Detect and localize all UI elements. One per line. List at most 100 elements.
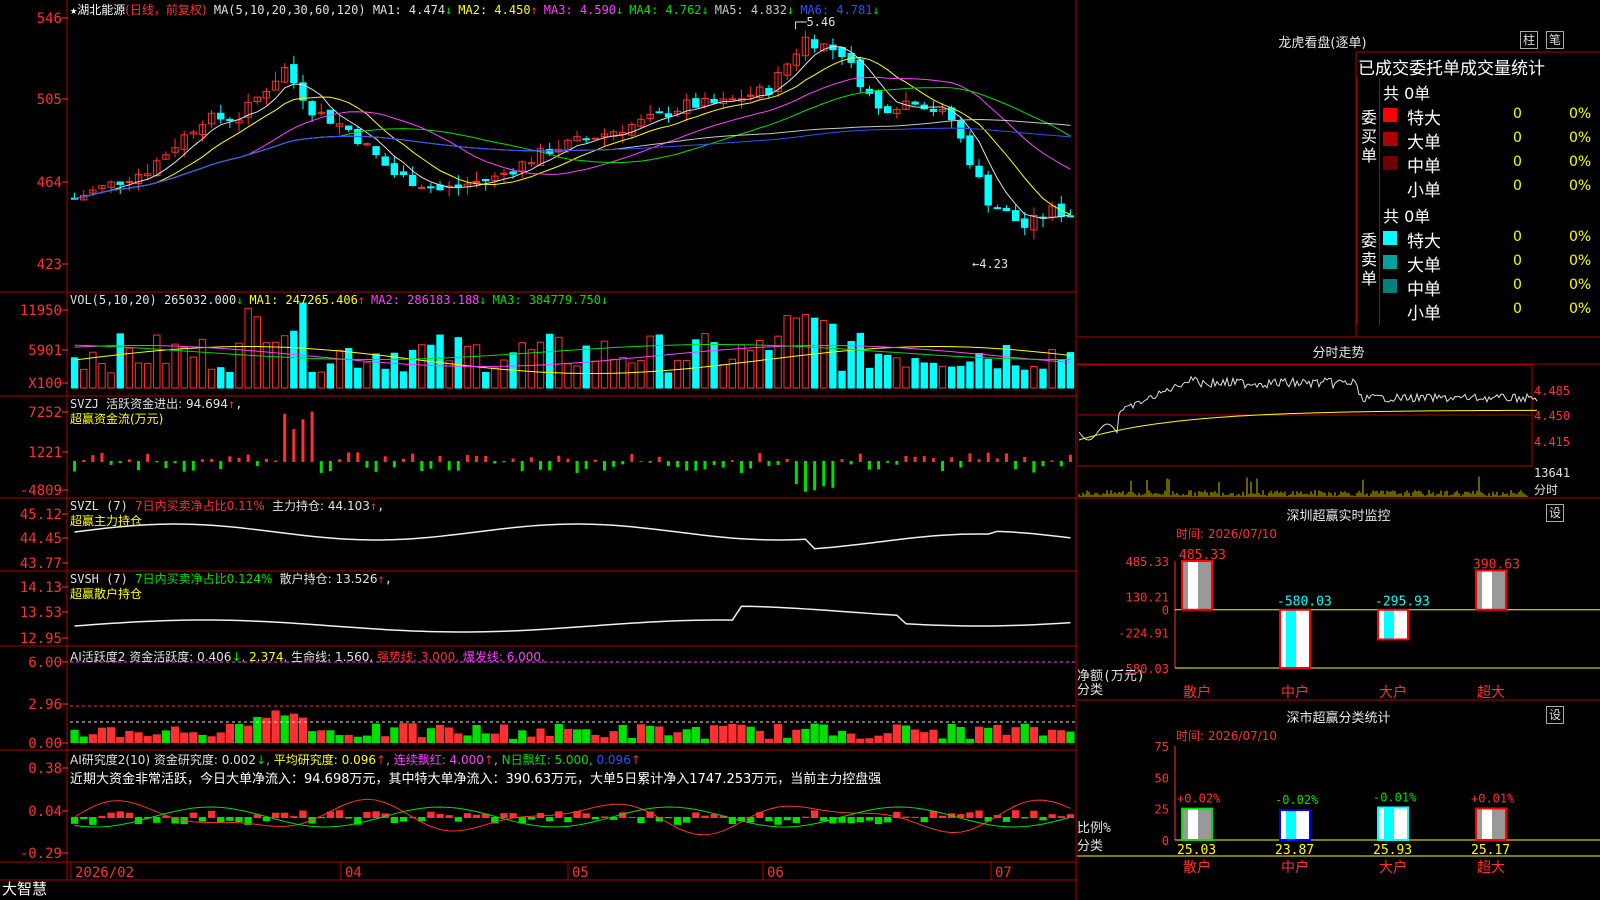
research-bar [765, 817, 773, 822]
research-line-2 [74, 806, 1071, 828]
fund-flow-bar [109, 461, 113, 465]
activity-bar [810, 723, 819, 743]
fund-flow-bar [712, 461, 716, 466]
intraday-axis-label: 4.415 [1534, 435, 1570, 449]
fund-flow-bar [401, 458, 405, 462]
fund-flow-bar [520, 461, 524, 472]
activity-bar [390, 727, 399, 743]
activity-bar [755, 730, 764, 743]
volume-bar [271, 341, 280, 389]
fund-flow-bar [858, 453, 862, 462]
research-bar [664, 817, 673, 819]
fund-flow-bar [1004, 453, 1008, 462]
activity-bar [801, 728, 810, 743]
fund-flow-bar [502, 461, 506, 463]
sell-side-label: 委卖单 [1361, 231, 1378, 288]
ma-value-5: MA5: 4.832↓ [714, 3, 795, 17]
fund-flow-bar [274, 460, 278, 462]
research-bar [472, 814, 481, 818]
research-bar [673, 817, 682, 825]
fund-flow-bar [420, 461, 424, 472]
activity-bar [481, 733, 490, 743]
ma-line [74, 119, 1071, 199]
research-bar [70, 817, 79, 824]
candle-body [655, 111, 663, 114]
fund-flow-bar [593, 459, 597, 462]
volume-bar [637, 360, 645, 389]
activity-bar [490, 733, 499, 743]
sell-row-label: 小单 [1407, 304, 1441, 324]
candle-body [344, 125, 353, 130]
ma-line [74, 46, 1071, 219]
volume-bar [765, 350, 773, 389]
date-label: 06 [767, 865, 784, 881]
volume-bar [107, 372, 115, 389]
candle-body [326, 109, 335, 124]
candle-body [710, 98, 718, 104]
chart-mode[interactable]: (日线，前复权) [125, 3, 206, 17]
sell-row: 大单 0 0% [1383, 251, 1600, 276]
research-bar [207, 810, 216, 818]
sz-monitor-settings-button[interactable]: 设 [1546, 504, 1564, 522]
fund-flow-bar [566, 458, 570, 462]
intraday-vol-label: 13641 [1534, 466, 1570, 480]
candle-body [1021, 218, 1029, 228]
volume-bar [299, 302, 307, 389]
sell-row: 中单 0 0% [1383, 275, 1600, 300]
fund-flow-bar [584, 461, 588, 469]
activity-bar [929, 729, 938, 743]
fund-flow-bar [703, 461, 707, 470]
research-bar [564, 817, 572, 823]
candle-body [692, 98, 700, 108]
candle-body [290, 64, 298, 84]
sell-row-label: 大单 [1407, 256, 1441, 276]
intraday-axis-label: 4.485 [1534, 384, 1570, 398]
sell-row-pct: 0% [1569, 229, 1592, 245]
sell-row-value: 0 [1513, 277, 1522, 293]
candle-body [1066, 215, 1075, 218]
activity-bar [454, 733, 463, 743]
activity-bar [426, 728, 435, 743]
activity-bar [865, 738, 874, 743]
volume-bar [180, 347, 188, 389]
bar-chart-value: -295.93 [1375, 595, 1430, 610]
research-bar [810, 810, 819, 818]
bar-chart-category: 大户 [1379, 859, 1407, 876]
fund-flow-bar [758, 453, 762, 462]
research-bar [399, 817, 408, 822]
bar-mode-button[interactable]: 柱 [1520, 31, 1538, 49]
candle-body [399, 171, 408, 176]
sell-total: 共 0单 [1383, 207, 1431, 226]
fund-flow-bar [347, 452, 351, 462]
bar-chart-category: 超大 [1477, 860, 1505, 876]
fund-flow-bar [338, 459, 342, 462]
fund-flow-bar [548, 461, 552, 471]
fund-flow-bar [392, 461, 396, 468]
sz-class-settings-button[interactable]: 设 [1546, 706, 1564, 724]
research-bar [427, 811, 435, 818]
research-bar [116, 811, 124, 818]
volume-bar [737, 344, 746, 389]
volume-bar [573, 365, 581, 389]
bar-chart-value: -580.03 [1277, 595, 1332, 610]
volume-bar [975, 352, 983, 389]
volume-bar [911, 358, 919, 389]
svsh-hold: 散户持仓: 13.526 [279, 572, 378, 586]
activity-bar [874, 735, 883, 743]
research-bar [281, 812, 289, 818]
fund-flow-bar [877, 461, 881, 470]
svzl-ratio: 7日内买卖净占比0.11% [135, 499, 265, 513]
activity-bar [289, 713, 298, 743]
pen-mode-button[interactable]: 笔 [1546, 31, 1564, 49]
research-bar [153, 817, 161, 823]
research-bar [335, 810, 344, 818]
activity-bar [746, 726, 755, 743]
fund-flow-bar [803, 461, 807, 492]
volume-bar [500, 359, 508, 389]
svzl-subtitle: 超赢主力持仓 [70, 514, 143, 528]
activity-bar [198, 734, 207, 743]
activity-bar [974, 726, 984, 743]
candle-body [582, 138, 590, 141]
candle-body [372, 146, 380, 156]
volume-bar [591, 360, 600, 389]
